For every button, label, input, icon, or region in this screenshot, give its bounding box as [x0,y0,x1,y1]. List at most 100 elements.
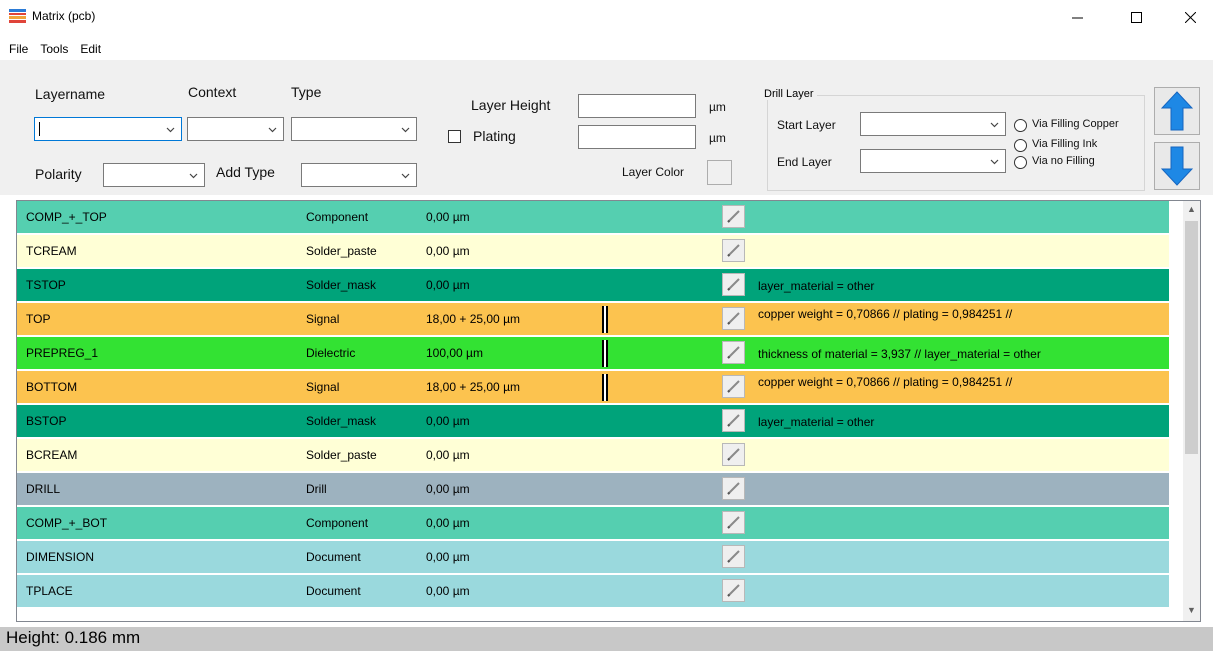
edit-layer-button[interactable] [722,409,745,432]
layer-height-label: Layer Height [471,97,551,113]
plating-unit: µm [709,131,726,145]
scroll-down-icon[interactable]: ▼ [1187,605,1196,615]
plating-label: Plating [473,128,516,144]
add-type-combobox[interactable] [301,163,417,187]
edit-layer-button[interactable] [722,511,745,534]
layer-name-cell: BSTOP [26,414,67,428]
layer-color-label: Layer Color [622,165,685,179]
layer-name-cell: PREPREG_1 [26,346,99,360]
layer-thickness-cell: 0,00 µm [426,278,470,292]
stack-marker [602,374,608,401]
pencil-icon [727,584,740,597]
pencil-icon [727,312,740,325]
layer-context-cell: Solder_mask [306,278,377,292]
move-up-button[interactable] [1154,87,1200,135]
layer-note-cell: thickness of material = 3,937 // layer_m… [758,347,1041,361]
drill-layer-title: Drill Layer [761,88,817,100]
scroll-up-icon[interactable]: ▲ [1187,204,1196,214]
scrollbar-thumb[interactable] [1185,221,1198,454]
close-button[interactable] [1167,0,1213,34]
maximize-button[interactable] [1113,0,1159,34]
edit-layer-button[interactable] [722,205,745,228]
edit-layer-button[interactable] [722,545,745,568]
edit-layer-button[interactable] [722,477,745,500]
layer-name-cell: BOTTOM [26,380,78,394]
via-filling-copper-radio[interactable] [1014,119,1027,132]
layer-thickness-cell: 0,00 µm [426,448,470,462]
end-layer-combobox[interactable] [860,149,1006,173]
minimize-button[interactable] [1054,0,1100,34]
chevron-down-icon [401,173,410,179]
layer-name-cell: DRILL [26,482,61,496]
table-row[interactable]: TCREAM Solder_paste 0,00 µm [17,235,1169,269]
layer-name-cell: DIMENSION [26,550,95,564]
layer-height-input[interactable] [578,94,696,118]
layer-context-cell: Solder_paste [306,448,377,462]
minimize-icon [1071,17,1083,18]
move-down-button[interactable] [1154,142,1200,190]
via-filling-copper-label: Via Filling Copper [1032,118,1119,130]
layername-label: Layername [35,86,106,102]
table-row[interactable]: COMP_+_BOT Component 0,00 µm [17,507,1169,541]
layer-thickness-cell: 0,00 µm [426,584,470,598]
chevron-down-icon [166,127,175,133]
add-type-label: Add Type [216,164,275,180]
menu-edit[interactable]: Edit [77,42,110,56]
pencil-icon [727,210,740,223]
layer-context-cell: Dielectric [306,346,356,360]
table-row[interactable]: TPLACE Document 0,00 µm [17,575,1169,609]
status-bar: Height: 0.186 mm [0,627,1213,651]
layer-context-cell: Document [306,584,361,598]
pencil-icon [727,414,740,427]
table-row[interactable]: DRILL Drill 0,00 µm [17,473,1169,507]
layer-color-swatch[interactable] [707,160,732,185]
title-bar: Matrix (pcb) [0,0,1213,34]
table-row[interactable]: COMP_+_TOP Component 0,00 µm [17,201,1169,235]
via-filling-ink-radio[interactable] [1014,139,1027,152]
chevron-down-icon [268,127,277,133]
table-row[interactable]: DIMENSION Document 0,00 µm [17,541,1169,575]
plating-input[interactable] [578,125,696,149]
menu-tools[interactable]: Tools [37,42,77,56]
layer-thickness-cell: 0,00 µm [426,244,470,258]
layer-context-cell: Solder_paste [306,244,377,258]
start-layer-combobox[interactable] [860,112,1006,136]
menu-file[interactable]: File [6,42,37,56]
layer-note-cell: copper weight = 0,70866 // plating = 0,9… [758,307,1013,321]
type-combobox[interactable] [291,117,417,141]
polarity-combobox[interactable] [103,163,205,187]
plating-checkbox[interactable] [448,130,461,143]
edit-layer-button[interactable] [722,307,745,330]
table-row[interactable]: TSTOP Solder_mask 0,00 µm layer_material = … [17,269,1169,303]
context-combobox[interactable] [187,117,284,141]
context-label: Context [188,84,237,100]
edit-layer-button[interactable] [722,239,745,262]
edit-layer-button[interactable] [722,375,745,398]
edit-layer-button[interactable] [722,341,745,364]
start-layer-label: Start Layer [777,118,836,132]
layer-context-cell: Signal [306,380,340,394]
edit-layer-button[interactable] [722,273,745,296]
via-no-filling-radio[interactable] [1014,156,1027,169]
edit-layer-button[interactable] [722,579,745,602]
table-row[interactable]: BSTOP Solder_mask 0,00 µm layer_material = … [17,405,1169,439]
table-row[interactable]: TOP Signal 18,00 + 25,00 µm copper weight =… [17,303,1169,337]
layer-thickness-cell: 0,00 µm [426,414,470,428]
layer-thickness-cell: 18,00 + 25,00 µm [426,312,520,326]
table-row[interactable]: BCREAM Solder_paste 0,00 µm [17,439,1169,473]
layer-thickness-cell: 0,00 µm [426,550,470,564]
layer-name-cell: COMP_+_BOT [26,516,108,530]
layer-note-cell: copper weight = 0,70866 // plating = 0,9… [758,375,1013,389]
vertical-scrollbar[interactable]: ▲ ▼ [1183,201,1200,621]
chevron-down-icon [189,173,198,179]
table-row[interactable]: BOTTOM Signal 18,00 + 25,00 µm copper weigh… [17,371,1169,405]
layer-thickness-cell: 100,00 µm [426,346,483,360]
layer-thickness-cell: 0,00 µm [426,210,470,224]
layername-combobox[interactable] [34,117,182,141]
edit-layer-button[interactable] [722,443,745,466]
pencil-icon [727,278,740,291]
via-no-filling-label: Via no Filling [1032,155,1095,167]
table-row[interactable]: PREPREG_1 Dielectric 100,00 µm thickness of… [17,337,1169,371]
layer-name-cell: COMP_+_TOP [26,210,107,224]
layer-context-cell: Signal [306,312,340,326]
